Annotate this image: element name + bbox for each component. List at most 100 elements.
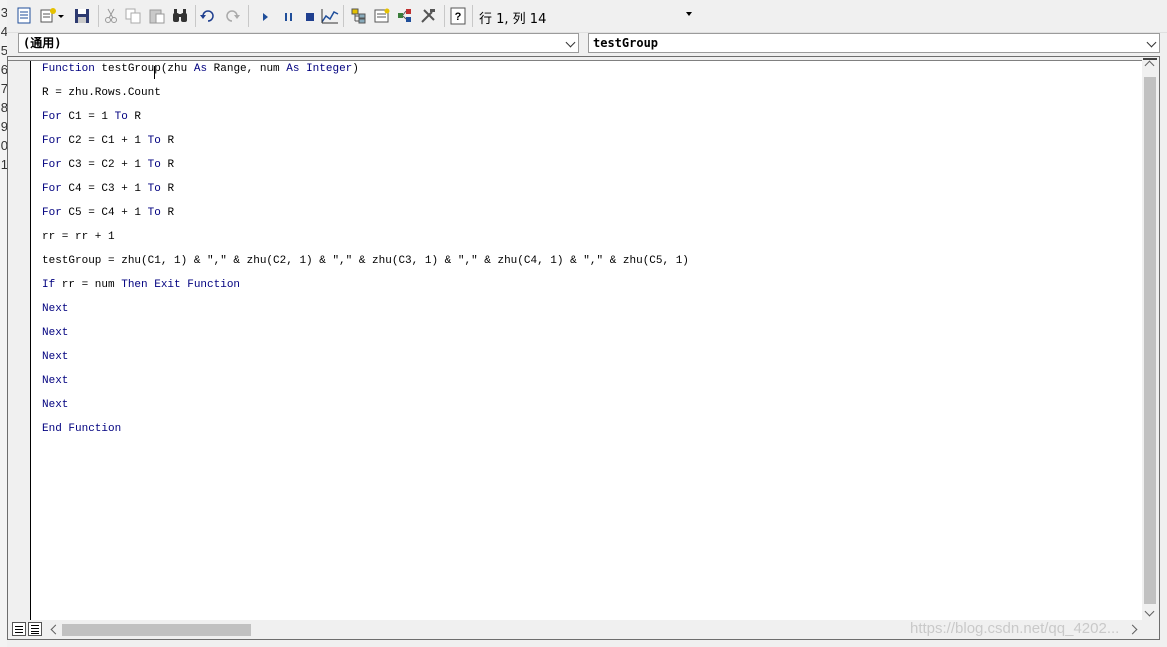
- code-keyword: To: [147, 135, 161, 147]
- code-text: Range, num: [207, 63, 287, 75]
- toolbar-options-chevron-icon[interactable]: [686, 12, 692, 16]
- code-keyword: Function: [42, 63, 102, 75]
- code-keyword: If: [42, 279, 56, 291]
- code-line[interactable]: For C3 = C2 + 1 To R: [42, 157, 1141, 181]
- object-combo[interactable]: (通用): [18, 33, 579, 53]
- scroll-up-icon[interactable]: [1144, 60, 1155, 71]
- chevron-down-icon[interactable]: [1146, 37, 1157, 48]
- vba-editor-window: ? 行 1, 列 14 (通用) testGroup Function test…: [7, 0, 1167, 647]
- code-line[interactable]: Next: [42, 397, 1141, 421]
- code-line[interactable]: Next: [42, 301, 1141, 325]
- code-line[interactable]: rr = rr + 1: [42, 229, 1141, 253]
- code-keyword: As: [286, 63, 300, 75]
- code-line[interactable]: Next: [42, 325, 1141, 349]
- code-text: C5 = C4 + 1: [61, 207, 148, 219]
- code-line[interactable]: If rr = num Then Exit Function: [42, 277, 1141, 301]
- design-mode-icon[interactable]: [320, 6, 340, 26]
- code-text: C3 = C2 + 1: [61, 159, 148, 171]
- object-combo-value: (通用): [23, 36, 62, 50]
- code-keyword: To: [114, 111, 128, 123]
- view-buttons: [8, 620, 48, 639]
- save-icon[interactable]: [72, 6, 92, 26]
- run-icon[interactable]: [255, 6, 275, 26]
- code-line[interactable]: End Function: [42, 421, 1141, 445]
- code-text: rr = rr + 1: [42, 231, 115, 243]
- paste-icon[interactable]: [147, 6, 167, 26]
- scroll-right-icon[interactable]: [1127, 624, 1138, 635]
- view-excel-icon[interactable]: [14, 6, 34, 26]
- help-icon[interactable]: ?: [448, 6, 468, 26]
- project-explorer-icon[interactable]: [349, 6, 369, 26]
- reset-icon[interactable]: [300, 6, 320, 26]
- insert-module-icon[interactable]: [38, 6, 58, 26]
- split-bar[interactable]: [1143, 58, 1157, 60]
- chevron-down-icon[interactable]: [565, 37, 576, 48]
- break-icon[interactable]: [278, 6, 298, 26]
- procedure-view-icon[interactable]: [12, 622, 26, 636]
- code-text: C2 = C1 + 1: [61, 135, 148, 147]
- code-keyword: Next: [42, 399, 69, 411]
- code-line[interactable]: R = zhu.Rows.Count: [42, 85, 1141, 109]
- size-grip[interactable]: [1142, 620, 1159, 639]
- object-browser-icon[interactable]: [395, 6, 415, 26]
- code-keyword: Next: [42, 327, 69, 339]
- standard-toolbar: ? 行 1, 列 14: [7, 0, 1167, 33]
- code-text: testGroup = zhu(C1, 1) & "," & zhu(C2, 1…: [42, 255, 689, 267]
- code-text: rr = num: [55, 279, 122, 291]
- scroll-left-icon[interactable]: [50, 624, 61, 635]
- code-keyword: For: [42, 135, 62, 147]
- code-editor[interactable]: Function testGroup(zhu As Range, num As …: [42, 61, 1141, 619]
- code-keyword: For: [42, 183, 62, 195]
- code-line[interactable]: testGroup = zhu(C1, 1) & "," & zhu(C2, 1…: [42, 253, 1141, 277]
- copy-icon[interactable]: [123, 6, 143, 26]
- code-text: R: [160, 207, 175, 219]
- code-text: R = zhu.Rows.Count: [42, 87, 161, 99]
- code-line[interactable]: Next: [42, 373, 1141, 397]
- code-line[interactable]: For C5 = C4 + 1 To R: [42, 205, 1141, 229]
- code-keyword: For: [42, 207, 62, 219]
- code-keyword: Next: [42, 303, 69, 315]
- code-text: R: [160, 135, 175, 147]
- scroll-down-icon[interactable]: [1144, 606, 1155, 617]
- vertical-scrollbar[interactable]: [1142, 57, 1159, 621]
- toolbar-separator: [195, 5, 196, 27]
- code-keyword: Next: [42, 351, 69, 363]
- procedure-combo[interactable]: testGroup: [588, 33, 1160, 53]
- code-line[interactable]: For C2 = C1 + 1 To R: [42, 133, 1141, 157]
- margin-indicator-bar[interactable]: [8, 61, 31, 621]
- code-text: ): [352, 63, 359, 75]
- insert-dropdown-icon[interactable]: [56, 6, 66, 26]
- code-text: R: [160, 183, 175, 195]
- code-text: R: [160, 159, 175, 171]
- cursor-position-label: 行 1, 列 14: [479, 12, 547, 27]
- code-line[interactable]: Next: [42, 349, 1141, 373]
- undo-icon[interactable]: [198, 6, 218, 26]
- code-line[interactable]: For C1 = 1 To R: [42, 109, 1141, 133]
- procedure-combo-value: testGroup: [593, 36, 659, 50]
- code-keyword: For: [42, 111, 62, 123]
- vertical-scroll-thumb[interactable]: [1144, 77, 1156, 604]
- full-module-view-icon[interactable]: [28, 622, 42, 636]
- toolbar-separator: [444, 5, 445, 27]
- code-keyword: Then Exit Function: [121, 279, 241, 291]
- find-icon[interactable]: [170, 6, 190, 26]
- code-keyword: For: [42, 159, 62, 171]
- redo-icon[interactable]: [222, 6, 242, 26]
- code-text: testGroup(zhu: [101, 63, 194, 75]
- toolbox-icon[interactable]: [418, 6, 438, 26]
- properties-window-icon[interactable]: [372, 6, 392, 26]
- code-keyword: End Function: [42, 423, 122, 435]
- code-text: R: [127, 111, 142, 123]
- window-bottom-edge: [7, 640, 1167, 647]
- horizontal-scroll-thumb[interactable]: [62, 624, 251, 636]
- code-text: C1 = 1: [61, 111, 115, 123]
- toolbar-separator: [343, 5, 344, 27]
- watermark-text: https://blog.csdn.net/qq_4202...: [910, 620, 1120, 637]
- code-line[interactable]: For C4 = C3 + 1 To R: [42, 181, 1141, 205]
- code-keyword: To: [147, 183, 161, 195]
- code-window[interactable]: Function testGroup(zhu As Range, num As …: [7, 56, 1160, 640]
- code-keyword: To: [147, 207, 161, 219]
- code-keyword: Integer: [306, 63, 353, 75]
- code-line[interactable]: Function testGroup(zhu As Range, num As …: [42, 61, 1141, 85]
- cut-icon[interactable]: [101, 6, 121, 26]
